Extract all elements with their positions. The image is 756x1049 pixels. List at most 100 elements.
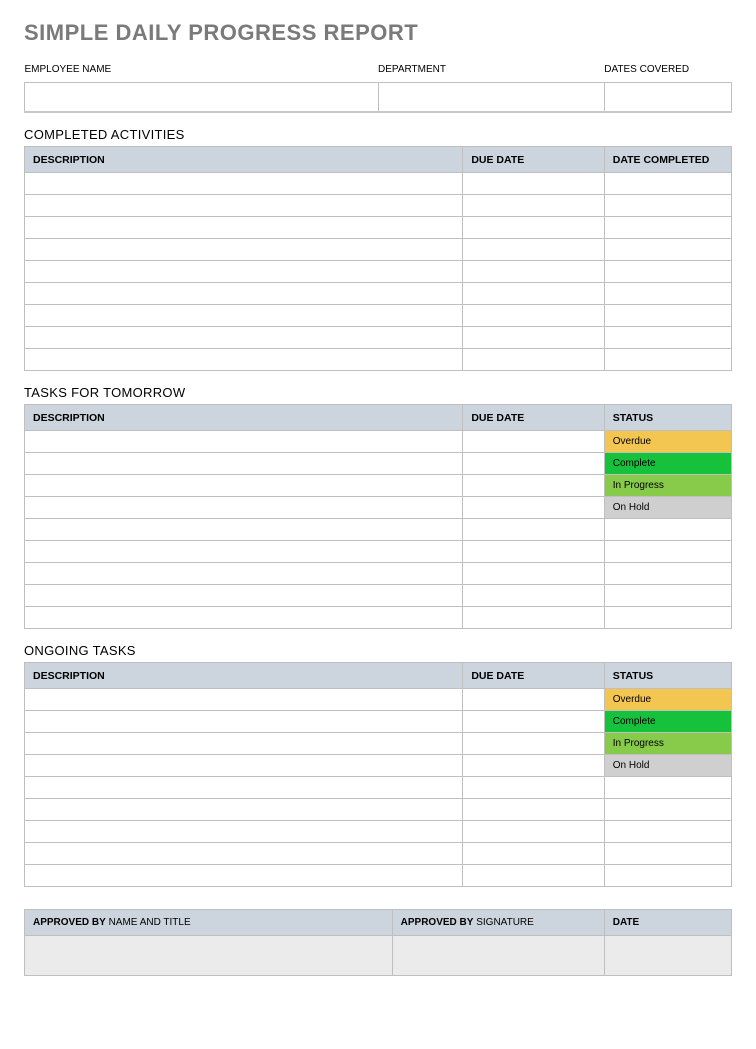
approval-date-field[interactable] [604,936,731,976]
completed-due-cell[interactable] [463,327,604,349]
ongoing-status-cell[interactable]: On Hold [604,755,731,777]
completed-description-cell[interactable] [25,195,463,217]
tomorrow-due-cell[interactable] [463,519,604,541]
dates-covered-label: DATES COVERED [604,60,731,82]
ongoing-status-cell[interactable] [604,821,731,843]
tomorrow-status-cell[interactable]: On Hold [604,497,731,519]
approval-table: APPROVED BY NAME AND TITLE APPROVED BY S… [24,909,732,976]
tomorrow-status-cell[interactable]: Complete [604,453,731,475]
tomorrow-description-cell[interactable] [25,541,463,563]
tomorrow-status-cell[interactable] [604,607,731,629]
approval-signature-header: APPROVED BY SIGNATURE [392,910,604,936]
ongoing-due-cell[interactable] [463,843,604,865]
ongoing-description-cell[interactable] [25,755,463,777]
ongoing-due-cell[interactable] [463,755,604,777]
completed-row [25,195,732,217]
dates-covered-field[interactable] [604,82,731,112]
tomorrow-row: On Hold [25,497,732,519]
tomorrow-status-cell[interactable] [604,563,731,585]
completed-completed-cell[interactable] [604,327,731,349]
tomorrow-description-cell[interactable] [25,607,463,629]
ongoing-due-cell[interactable] [463,777,604,799]
tomorrow-description-cell[interactable] [25,563,463,585]
completed-due-cell[interactable] [463,195,604,217]
completed-completed-cell[interactable] [604,283,731,305]
completed-header-completed: DATE COMPLETED [604,147,731,173]
completed-description-cell[interactable] [25,217,463,239]
completed-description-cell[interactable] [25,173,463,195]
completed-description-cell[interactable] [25,305,463,327]
tomorrow-status-cell[interactable] [604,585,731,607]
completed-due-cell[interactable] [463,283,604,305]
ongoing-status-cell[interactable] [604,843,731,865]
ongoing-due-cell[interactable] [463,733,604,755]
tomorrow-status-cell[interactable]: In Progress [604,475,731,497]
ongoing-title: ONGOING TASKS [24,643,732,658]
ongoing-due-cell[interactable] [463,799,604,821]
completed-completed-cell[interactable] [604,195,731,217]
tomorrow-description-cell[interactable] [25,431,463,453]
tomorrow-due-cell[interactable] [463,607,604,629]
approval-name-title-field[interactable] [25,936,393,976]
ongoing-status-cell[interactable] [604,865,731,887]
tomorrow-description-cell[interactable] [25,475,463,497]
ongoing-description-cell[interactable] [25,799,463,821]
ongoing-status-cell[interactable]: Complete [604,711,731,733]
completed-due-cell[interactable] [463,217,604,239]
tomorrow-status-cell[interactable] [604,541,731,563]
ongoing-due-cell[interactable] [463,711,604,733]
tomorrow-description-cell[interactable] [25,519,463,541]
completed-completed-cell[interactable] [604,261,731,283]
tomorrow-status-cell[interactable] [604,519,731,541]
tomorrow-due-cell[interactable] [463,431,604,453]
ongoing-status-cell[interactable] [604,777,731,799]
ongoing-description-cell[interactable] [25,843,463,865]
ongoing-description-cell[interactable] [25,689,463,711]
completed-description-cell[interactable] [25,349,463,371]
ongoing-description-cell[interactable] [25,711,463,733]
tomorrow-due-cell[interactable] [463,541,604,563]
ongoing-description-cell[interactable] [25,821,463,843]
completed-row [25,261,732,283]
completed-description-cell[interactable] [25,239,463,261]
tomorrow-due-cell[interactable] [463,453,604,475]
completed-completed-cell[interactable] [604,349,731,371]
completed-due-cell[interactable] [463,305,604,327]
ongoing-description-cell[interactable] [25,865,463,887]
tomorrow-due-cell[interactable] [463,475,604,497]
department-field[interactable] [378,82,604,112]
ongoing-status-cell[interactable]: In Progress [604,733,731,755]
ongoing-due-cell[interactable] [463,865,604,887]
completed-description-cell[interactable] [25,261,463,283]
ongoing-due-cell[interactable] [463,689,604,711]
completed-completed-cell[interactable] [604,173,731,195]
tomorrow-due-cell[interactable] [463,563,604,585]
tomorrow-description-cell[interactable] [25,453,463,475]
completed-completed-cell[interactable] [604,217,731,239]
completed-header-description: DESCRIPTION [25,147,463,173]
ongoing-description-cell[interactable] [25,733,463,755]
tomorrow-description-cell[interactable] [25,497,463,519]
completed-description-cell[interactable] [25,283,463,305]
approval-signature-field[interactable] [392,936,604,976]
tomorrow-row [25,585,732,607]
tomorrow-row [25,519,732,541]
tomorrow-due-cell[interactable] [463,497,604,519]
completed-completed-cell[interactable] [604,305,731,327]
ongoing-description-cell[interactable] [25,777,463,799]
tomorrow-description-cell[interactable] [25,585,463,607]
ongoing-row [25,821,732,843]
ongoing-status-cell[interactable] [604,799,731,821]
info-table: EMPLOYEE NAME DEPARTMENT DATES COVERED [24,60,732,113]
employee-name-field[interactable] [25,82,379,112]
completed-description-cell[interactable] [25,327,463,349]
ongoing-due-cell[interactable] [463,821,604,843]
ongoing-status-cell[interactable]: Overdue [604,689,731,711]
tomorrow-status-cell[interactable]: Overdue [604,431,731,453]
completed-due-cell[interactable] [463,349,604,371]
completed-completed-cell[interactable] [604,239,731,261]
tomorrow-due-cell[interactable] [463,585,604,607]
completed-due-cell[interactable] [463,173,604,195]
completed-due-cell[interactable] [463,239,604,261]
completed-due-cell[interactable] [463,261,604,283]
